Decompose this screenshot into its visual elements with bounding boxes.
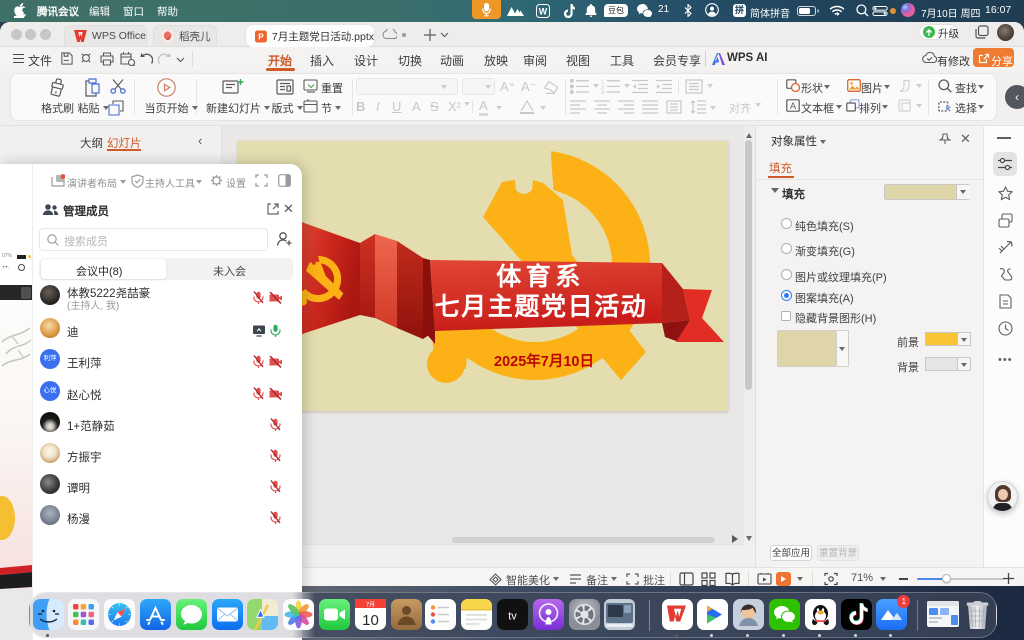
svg-text:3: 3 bbox=[601, 90, 604, 94]
svg-text:10: 10 bbox=[362, 612, 379, 629]
svg-text:W: W bbox=[539, 7, 548, 17]
svg-text:P: P bbox=[258, 32, 264, 41]
svg-text:体育系: 体育系 bbox=[496, 262, 585, 291]
svg-text:tv: tv bbox=[508, 611, 517, 623]
svg-text:A: A bbox=[790, 101, 796, 111]
svg-text:7月: 7月 bbox=[366, 602, 375, 609]
svg-text:七月主题党日活动: 七月主题党日活动 bbox=[435, 293, 648, 321]
svg-text:2025年7月10日: 2025年7月10日 bbox=[494, 352, 594, 370]
